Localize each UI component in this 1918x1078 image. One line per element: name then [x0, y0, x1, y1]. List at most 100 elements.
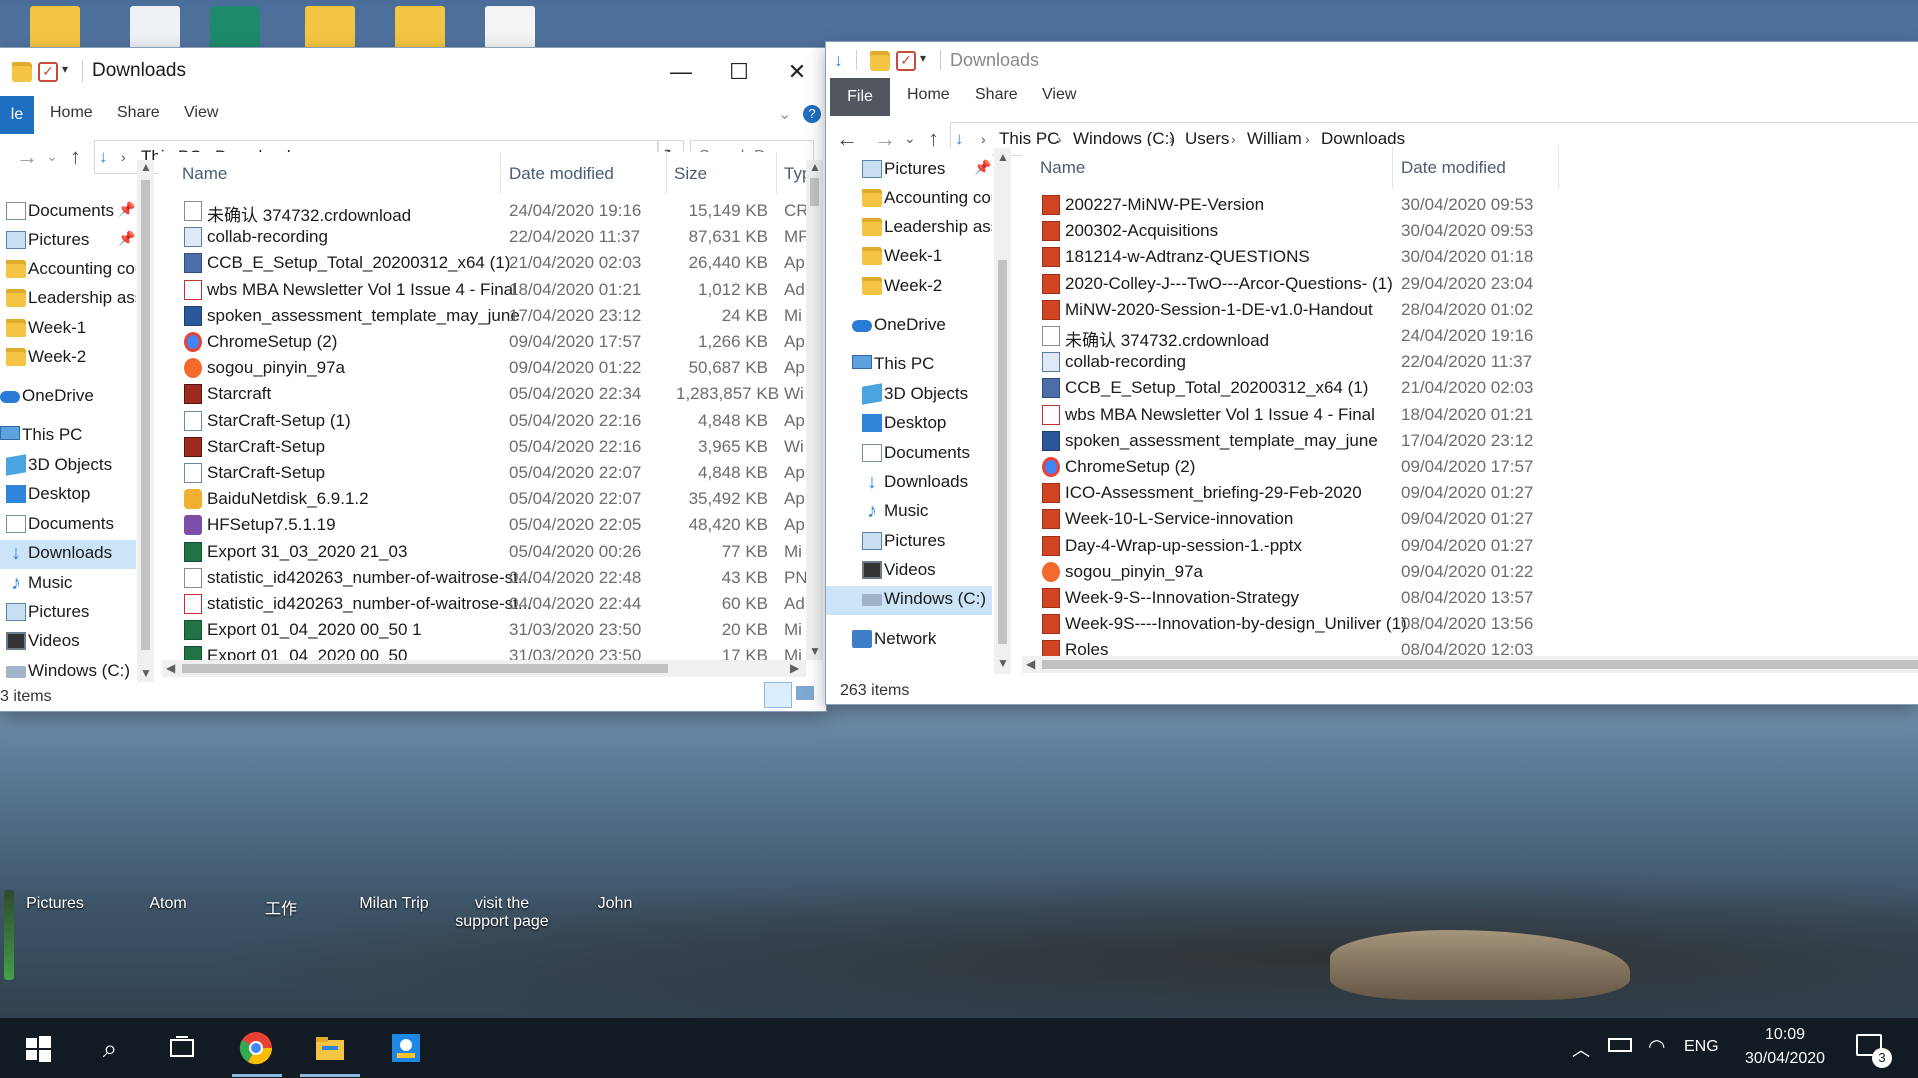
recent-dropdown-icon[interactable]: ⌄	[904, 130, 916, 147]
file-row[interactable]: statistic_id420263_number-of-waitrose-st…	[158, 565, 806, 591]
sidebar-item-windows-c[interactable]: Windows (C:)	[0, 658, 136, 682]
scroll-left-icon[interactable]: ◀	[1026, 657, 1035, 671]
tab-home[interactable]: Home	[50, 104, 93, 122]
sidebar-item-week-2[interactable]: Week-2	[826, 273, 992, 302]
file-row[interactable]: Export 31_03_2020 21_03 05/04/2020 00:26 7…	[158, 539, 806, 565]
expand-ribbon-icon[interactable]: ⌄	[778, 104, 791, 124]
file-row[interactable]: collab-recording 22/04/2020 11:37 87,631 K…	[158, 224, 806, 250]
file-row[interactable]: 200227-MiNW-PE-Version 30/04/2020 09:53	[1022, 192, 1918, 218]
desktop-icon-label[interactable]: Milan Trip	[339, 895, 449, 913]
scroll-left-icon[interactable]: ◀	[166, 661, 175, 675]
sidebar-item-pictures[interactable]: Pictures	[826, 528, 992, 557]
sidebar-item-network[interactable]: Network	[826, 626, 992, 655]
back-arrow-icon[interactable]: →	[16, 144, 38, 170]
list-horizontal-scrollbar[interactable]: ◀ ▶	[162, 660, 806, 677]
photos-app-icon[interactable]	[386, 1028, 426, 1068]
column-type[interactable]: Typ	[784, 164, 806, 184]
details-view-icon[interactable]	[764, 682, 792, 708]
column-size[interactable]: Size	[674, 164, 707, 184]
file-row[interactable]: spoken_assessment_template_may_june 17/04…	[158, 303, 806, 329]
show-hidden-icons-chevron-up-icon[interactable]: ︿	[1572, 1036, 1590, 1062]
sidebar-item-documents[interactable]: Documents	[826, 440, 992, 469]
sidebar-item-music[interactable]: ♪ Music	[0, 570, 136, 599]
start-windows-icon[interactable]	[18, 1028, 58, 1068]
sidebar-item-leadership-assig[interactable]: Leadership assig	[826, 214, 992, 243]
column-divider[interactable]	[500, 152, 501, 194]
sidebar-item-videos[interactable]: Videos	[0, 628, 136, 657]
desktop-icon-label[interactable]: 工作	[226, 895, 336, 919]
column-name[interactable]: Name	[182, 164, 227, 184]
file-row[interactable]: CCB_E_Setup_Total_20200312_x64 (1) 21/04/…	[158, 250, 806, 276]
tab-share[interactable]: Share	[975, 86, 1018, 104]
nav-scroll-thumb[interactable]	[141, 180, 150, 650]
properties-icon[interactable]: ✓	[38, 62, 58, 82]
file-row[interactable]: spoken_assessment_template_may_june 17/04…	[1022, 428, 1918, 454]
sidebar-item-downloads[interactable]: ↓ Downloads	[826, 469, 992, 498]
minimize-button[interactable]: —	[652, 48, 710, 96]
quick-access-dropdown-icon[interactable]: ▾	[62, 62, 82, 82]
sidebar-item-3d-objects[interactable]: 3D Objects	[826, 381, 992, 410]
file-row[interactable]: sogou_pinyin_97a 09/04/2020 01:22 50,687 K…	[158, 355, 806, 381]
wifi-icon[interactable]: ◠	[1648, 1034, 1665, 1059]
horizontal-scroll-thumb[interactable]	[1042, 660, 1918, 669]
pin-icon[interactable]: 📌	[118, 201, 135, 218]
file-row[interactable]: BaiduNetdisk_6.9.1.2 05/04/2020 22:07 35,4…	[158, 486, 806, 512]
file-explorer-icon[interactable]	[310, 1028, 350, 1068]
file-row[interactable]: 2020-Colley-J---TwO---Arcor-Questions- (…	[1022, 271, 1918, 297]
file-row[interactable]: Export 01_04_2020 00_50 31/03/2020 23:50 1…	[158, 643, 806, 660]
sidebar-item-accounting-cour[interactable]: Accounting cour	[826, 185, 992, 214]
column-divider[interactable]	[776, 152, 777, 194]
file-row[interactable]: StarCraft-Setup 05/04/2020 22:16 3,965 KB W…	[158, 434, 806, 460]
scroll-up-icon[interactable]: ▲	[997, 150, 1009, 164]
sidebar-item-3d-objects[interactable]: 3D Objects	[0, 452, 136, 481]
list-horizontal-scrollbar[interactable]: ◀	[1022, 656, 1918, 673]
sidebar-item-week-1[interactable]: Week-1	[0, 315, 136, 344]
sidebar-item-pictures[interactable]: Pictures 📌	[0, 227, 136, 256]
tab-share[interactable]: Share	[117, 104, 160, 122]
task-view-icon[interactable]	[162, 1028, 202, 1068]
desktop-icon-label[interactable]: John	[560, 895, 670, 913]
file-row[interactable]: Week-10-L-Service-innovation 09/04/2020 0…	[1022, 506, 1918, 532]
tab-file[interactable]: File	[830, 78, 890, 116]
sidebar-item-onedrive[interactable]: OneDrive	[0, 383, 136, 412]
sidebar-item-week-2[interactable]: Week-2	[0, 344, 136, 373]
language-indicator[interactable]: ENG	[1684, 1038, 1719, 1056]
sidebar-item-onedrive[interactable]: OneDrive	[826, 312, 992, 341]
list-scroll-thumb[interactable]	[810, 178, 819, 206]
nav-scrollbar[interactable]: ▲ ▼	[137, 160, 154, 682]
file-row[interactable]: ChromeSetup (2) 09/04/2020 17:57	[1022, 454, 1918, 480]
file-row[interactable]: Export 01_04_2020 00_50 1 31/03/2020 23:5…	[158, 617, 806, 643]
sidebar-item-pictures[interactable]: Pictures	[0, 599, 136, 628]
large-icons-view-icon[interactable]	[796, 686, 814, 700]
nav-scroll-thumb[interactable]	[998, 260, 1007, 644]
sidebar-item-this-pc[interactable]: This PC	[826, 351, 992, 380]
pin-icon[interactable]: 📌	[118, 230, 135, 247]
file-row[interactable]: Day-4-Wrap-up-session-1.-pptx 09/04/2020 …	[1022, 533, 1918, 559]
sidebar-item-videos[interactable]: Videos	[826, 557, 992, 586]
clock-date[interactable]: 30/04/2020	[1730, 1050, 1840, 1068]
horizontal-scroll-thumb[interactable]	[182, 664, 668, 673]
tab-file[interactable]: le	[0, 96, 34, 134]
scroll-right-icon[interactable]: ▶	[790, 661, 799, 675]
desktop-icon-label[interactable]: Atom	[113, 895, 223, 913]
scroll-up-icon[interactable]: ▲	[809, 160, 821, 174]
clock-time[interactable]: 10:09	[1740, 1026, 1830, 1044]
battery-icon[interactable]	[1608, 1038, 1632, 1052]
file-row[interactable]: wbs MBA Newsletter Vol 1 Issue 4 - Final…	[1022, 402, 1918, 428]
chrome-icon[interactable]	[236, 1028, 276, 1068]
file-row[interactable]: ChromeSetup (2) 09/04/2020 17:57 1,266 KB A…	[158, 329, 806, 355]
file-row[interactable]: statistic_id420263_number-of-waitrose-st…	[158, 591, 806, 617]
column-date-modified[interactable]: Date modified	[1401, 158, 1506, 178]
chevron-right-icon[interactable]: ›	[981, 131, 986, 147]
file-row[interactable]: wbs MBA Newsletter Vol 1 Issue 4 - Final…	[158, 277, 806, 303]
column-divider[interactable]	[1392, 146, 1393, 188]
chevron-right-icon[interactable]: ›	[1169, 131, 1174, 147]
chevron-right-icon[interactable]: ›	[1231, 131, 1236, 147]
maximize-button[interactable]: ☐	[710, 48, 768, 96]
file-row[interactable]: Week-9S----Innovation-by-design_Uniliver…	[1022, 611, 1918, 637]
sidebar-item-leadership-assig[interactable]: Leadership assig	[0, 285, 136, 314]
sidebar-item-documents[interactable]: Documents 📌	[0, 198, 136, 227]
sidebar-item-accounting-cour[interactable]: Accounting cour	[0, 256, 136, 285]
sidebar-item-desktop[interactable]: Desktop	[826, 410, 992, 439]
file-row[interactable]: HFSetup7.5.1.19 05/04/2020 22:05 48,420 KB…	[158, 512, 806, 538]
